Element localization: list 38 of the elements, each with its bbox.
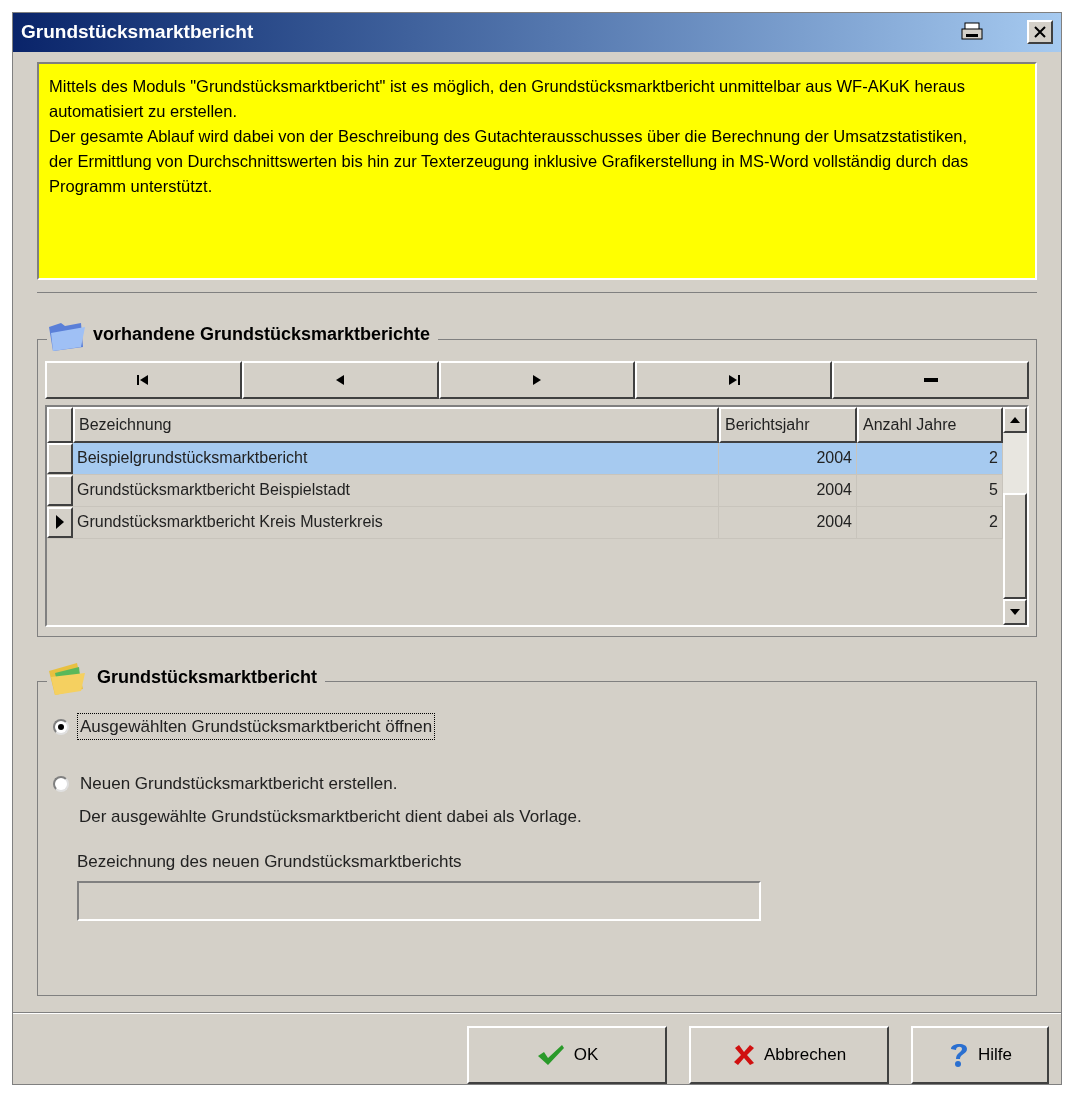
table-row[interactable]: Beispielgrundstücksmarktbericht 2004 2 [47, 443, 1003, 475]
help-button[interactable]: Hilfe [911, 1026, 1049, 1084]
table-cell: Grundstücksmarktbericht Beispielstadt [73, 475, 719, 506]
printer-icon[interactable] [961, 22, 983, 43]
vertical-scrollbar[interactable] [1003, 407, 1027, 625]
navigator-button[interactable] [45, 361, 242, 399]
navigator-button[interactable] [832, 361, 1029, 399]
scroll-down-icon [1010, 609, 1020, 615]
scroll-up-icon [1010, 417, 1020, 423]
navigator-button[interactable] [438, 361, 636, 399]
navigator-button[interactable] [241, 361, 439, 399]
field-label: Bezeichnung des neuen Grundstücksmarktberichts [77, 851, 463, 874]
column-header[interactable]: Bezeichnung [73, 407, 719, 443]
group-title: vorhandene Grundstücksmarktberichte [93, 323, 431, 347]
radio-button[interactable] [53, 776, 69, 793]
info-text: Mittels des Moduls "Grundstücksmarktbericht" ist es möglich, den Grundstücksmarktbericht unmittelbar aus WF-AKuK heraus automatisiert zu erstellen. Der gesamte Ablauf wird dabei von der Beschreibung des Gutachterausschusses über die Berechnung der Umsatzstatistiken, der Ermittlung von Durchschnittswerten bis hin zur Texterzeugung inklusive Grafikerstellung in MS-Word vollständig durch das Programm unterstützt. [49, 76, 970, 197]
option-note: Der ausgewählte Grundstücksmarktbericht dient dabei als Vorlage. [79, 806, 583, 828]
close-button[interactable] [1027, 20, 1053, 45]
navigator-button[interactable] [635, 361, 833, 399]
radio-label[interactable]: Ausgewählten Grundstücksmarktbericht öffnen [77, 713, 436, 741]
close-icon [1034, 26, 1046, 39]
current-row-icon [55, 514, 65, 531]
ok-button[interactable]: OK [467, 1026, 667, 1084]
table-cell: Grundstücksmarktbericht Kreis Musterkreis [73, 507, 719, 538]
table-row[interactable]: Grundstücksmarktbericht Kreis Musterkreis 2004 2 [47, 507, 1003, 539]
radio-button[interactable] [53, 718, 69, 735]
table-row[interactable]: Grundstücksmarktbericht Beispielstadt 2004 5 [47, 475, 1003, 507]
column-header[interactable]: Berichtsjahr [719, 407, 857, 443]
table-cell: 2004 [719, 475, 857, 506]
group-title: Grundstücksmarktbericht [97, 666, 318, 690]
table-cell: Beispielgrundstücksmarktbericht [73, 443, 719, 474]
question-mark-icon [948, 1041, 970, 1069]
table-cell: 2004 [719, 507, 857, 538]
table-cell: 2004 [719, 443, 857, 474]
radio-label[interactable]: Neuen Grundstücksmarktbericht erstellen. [77, 770, 401, 798]
cancel-button[interactable]: Abbrechen [689, 1026, 889, 1084]
column-header[interactable]: Anzahl Jahre [857, 407, 1003, 443]
window-title: Grundstücksmarktbericht [21, 20, 255, 45]
